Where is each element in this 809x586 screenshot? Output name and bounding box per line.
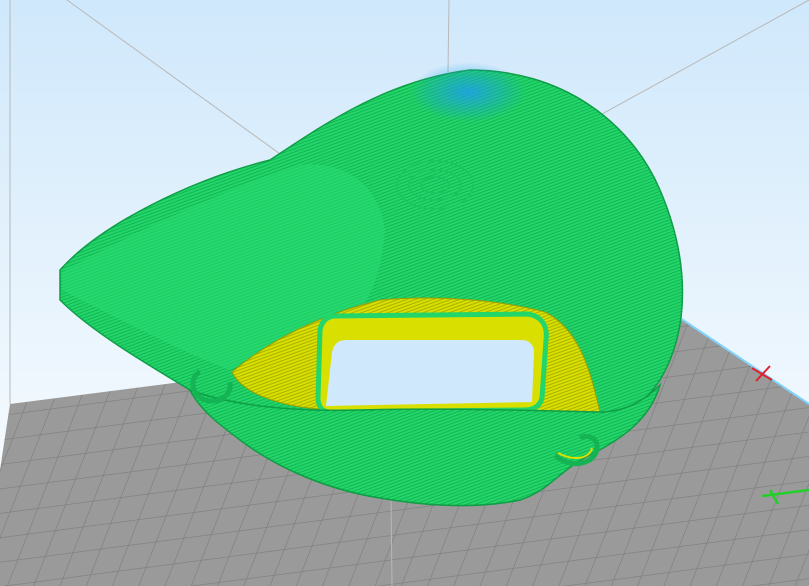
3d-viewport[interactable]: [0, 0, 809, 586]
model-top-highlight: [410, 62, 526, 122]
scene-canvas[interactable]: [0, 0, 809, 586]
model-floor-opening: [326, 340, 534, 406]
